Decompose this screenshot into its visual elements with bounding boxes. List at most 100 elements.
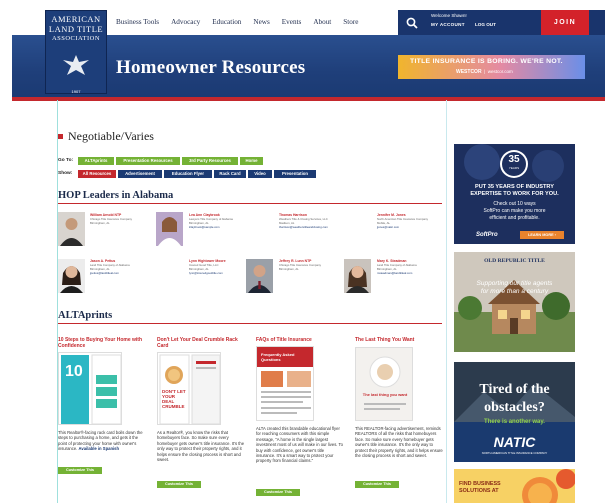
customize-button[interactable]: Customize This xyxy=(157,481,201,488)
natic-ad[interactable]: Tired of the obstacles? There is another… xyxy=(454,362,575,462)
print-spanish-note[interactable]: Available in Spanish xyxy=(79,446,120,451)
page-title: Homeowner Resources xyxy=(116,57,306,78)
leaders-heading: HOP Leaders in Alabama xyxy=(58,190,174,201)
print-description: As a Realtor®, you know the risks that h… xyxy=(157,430,245,463)
natic-logo-sub: NORTH AMERICAN TITLE INSURANCE COMPANY xyxy=(481,451,548,455)
print-description: ALTA created this brandable educational … xyxy=(256,426,343,464)
goto-3rd-party-resources[interactable]: 3rd Party Resources xyxy=(182,157,238,165)
business-solutions-line-2: SOLUTIONS AT xyxy=(459,488,499,494)
softpro-ad[interactable]: 35 YEARS PUT 35 YEARS OF INDUSTRY EXPERT… xyxy=(454,144,575,244)
nav-news[interactable]: News xyxy=(253,18,269,26)
softpro-badge-sub: YEARS xyxy=(508,166,520,170)
print-thumb-text: DON'T LET YOUR DEAL CRUMBLE xyxy=(162,389,186,409)
main-nav: Business Tools Advocacy Education News E… xyxy=(116,18,370,26)
leader-city: Birmingham, AL xyxy=(90,221,110,225)
print-thumbnail[interactable]: DON'T LET YOUR DEAL CRUMBLE xyxy=(157,352,221,425)
westcor-banner-ad[interactable]: TITLE INSURANCE IS BORING. WE'RE NOT. WE… xyxy=(398,55,585,79)
my-account-link[interactable]: MY ACCOUNT xyxy=(431,22,465,27)
search-icon[interactable] xyxy=(406,17,418,29)
print-thumbnail[interactable]: The last thing you want xyxy=(355,347,413,421)
nav-about[interactable]: About xyxy=(313,18,331,26)
nav-store[interactable]: Store xyxy=(343,18,358,26)
leaders-rule xyxy=(58,203,442,204)
guide-line xyxy=(446,100,447,503)
leader-email[interactable]: tharrison@weatherstitleandclosing.com xyxy=(279,225,328,230)
filter-rack-card[interactable]: Rack Card xyxy=(214,170,246,178)
hero-red-stripe xyxy=(12,97,605,101)
filter-presentation[interactable]: Presentation xyxy=(274,170,316,178)
leader-email[interactable]: jjones@natic.com xyxy=(377,225,399,230)
logo-line-1: AMERICAN xyxy=(51,14,101,24)
print-thumbnail[interactable]: Frequently Asked Questions xyxy=(256,346,314,421)
leader-email[interactable]: lclaybrook@sample.com xyxy=(189,225,220,230)
logo-est: 1907 xyxy=(71,89,81,94)
nav-events[interactable]: Events xyxy=(282,18,302,26)
nav-education[interactable]: Education xyxy=(212,18,241,26)
customize-button[interactable]: Customize This xyxy=(256,489,300,496)
softpro-learn-more-button[interactable]: LEARN MORE › xyxy=(520,231,564,239)
print-description: This Realtor®-facing rack card boils dow… xyxy=(58,430,146,452)
alta-logo[interactable]: AMERICAN LAND TITLE ASSOCIATION 1907 xyxy=(45,10,107,94)
natic-line-1: Tired of the xyxy=(479,382,550,397)
westcor-url: westcor.com xyxy=(487,69,513,74)
nav-business-tools[interactable]: Business Tools xyxy=(116,18,159,26)
softpro-body-3: efficient and profitable. xyxy=(489,215,540,221)
print-title[interactable]: FAQs of Title Insurance xyxy=(256,337,346,343)
customize-button[interactable]: Customize This xyxy=(58,467,102,474)
section-marker xyxy=(58,134,63,139)
filter-education-flyer[interactable]: Education Flyer xyxy=(164,170,212,178)
nav-advocacy[interactable]: Advocacy xyxy=(171,18,200,26)
print-thumbnail[interactable]: 10 xyxy=(58,352,122,425)
westcor-ad-headline: TITLE INSURANCE IS BORING. WE'RE NOT. xyxy=(410,58,563,65)
softpro-headline-1: PUT 35 YEARS OF INDUSTRY xyxy=(475,184,554,190)
leader-city: Birmingham, AL xyxy=(279,267,299,271)
welcome-text: Welcome Shawn! xyxy=(431,13,467,18)
leader-photo xyxy=(156,212,183,246)
print-description: This REALTOR-facing advertisement, remin… xyxy=(355,426,443,459)
print-title[interactable]: Don't Let Your Deal Crumble Rack Card xyxy=(157,337,247,349)
join-button[interactable]: JOIN xyxy=(541,10,589,35)
goto-label: Go To: xyxy=(58,158,74,163)
softpro-headline-2: EXPERTISE TO WORK FOR YOU. xyxy=(470,191,559,197)
leader-photo xyxy=(58,259,85,293)
softpro-logo: SoftPro xyxy=(476,232,498,238)
old-republic-logo: OLD REPUBLIC TITLE xyxy=(484,258,545,264)
logo-line-3: ASSOCIATION xyxy=(51,35,101,42)
softpro-badge-number: 35 xyxy=(508,154,520,165)
leader-email[interactable]: lynn@insuredgoodtitle.com xyxy=(189,271,223,276)
altaprints-heading: ALTAprints xyxy=(58,310,113,321)
natic-line-2: obstacles? xyxy=(484,400,545,415)
natic-logo: NATIC xyxy=(493,434,536,450)
logout-link[interactable]: LOG OUT xyxy=(475,22,496,27)
leader-email[interactable]: msteadman@landtitleal.com xyxy=(377,271,412,276)
natic-line-3: There is another way. xyxy=(484,419,545,425)
customize-button[interactable]: Customize This xyxy=(355,481,399,488)
leader-email[interactable]: jpettus@landtitleal.com xyxy=(90,271,119,276)
eagle-emblem-icon xyxy=(63,55,89,75)
leader-photo xyxy=(246,259,273,293)
filter-video[interactable]: Video xyxy=(248,170,272,178)
logo-line-2: LAND TITLE xyxy=(48,24,104,34)
goto-altaprints[interactable]: ALTAprints xyxy=(78,157,114,165)
print-thumb-text: The last thing you want xyxy=(362,392,408,397)
softpro-body-2: SoftPro can make you more xyxy=(483,208,546,214)
softpro-body-1: Check out 10 ways xyxy=(493,201,536,207)
business-solutions-ad[interactable]: FIND BUSINESS SOLUTIONS AT xyxy=(454,469,575,503)
goto-home[interactable]: Home xyxy=(240,157,263,165)
altaprints-rule xyxy=(58,323,442,324)
old-republic-text-1: Supporting our title agents xyxy=(476,280,553,287)
filter-all-resources[interactable]: All Resources xyxy=(78,170,116,178)
show-label: Show: xyxy=(58,171,73,176)
print-thumb-number: 10 xyxy=(65,363,83,380)
leader-photo xyxy=(58,212,85,246)
business-solutions-line-1: FIND BUSINESS xyxy=(459,481,501,487)
print-title[interactable]: 10 Steps to Buying Your Home with Confid… xyxy=(58,337,148,349)
old-republic-ad[interactable]: OLD REPUBLIC TITLE Supporting our title … xyxy=(454,252,575,352)
print-title[interactable]: The Last Thing You Want xyxy=(355,337,445,343)
goto-presentation-resources[interactable]: Presentation Resources xyxy=(116,157,180,165)
leader-photo xyxy=(344,259,371,293)
filter-advertisement[interactable]: Advertisement xyxy=(118,170,162,178)
section-title: Negotiable/Varies xyxy=(68,129,154,143)
old-republic-text-2: for more than a century xyxy=(480,288,549,295)
print-thumb-text: Frequently Asked Questions xyxy=(261,352,295,362)
